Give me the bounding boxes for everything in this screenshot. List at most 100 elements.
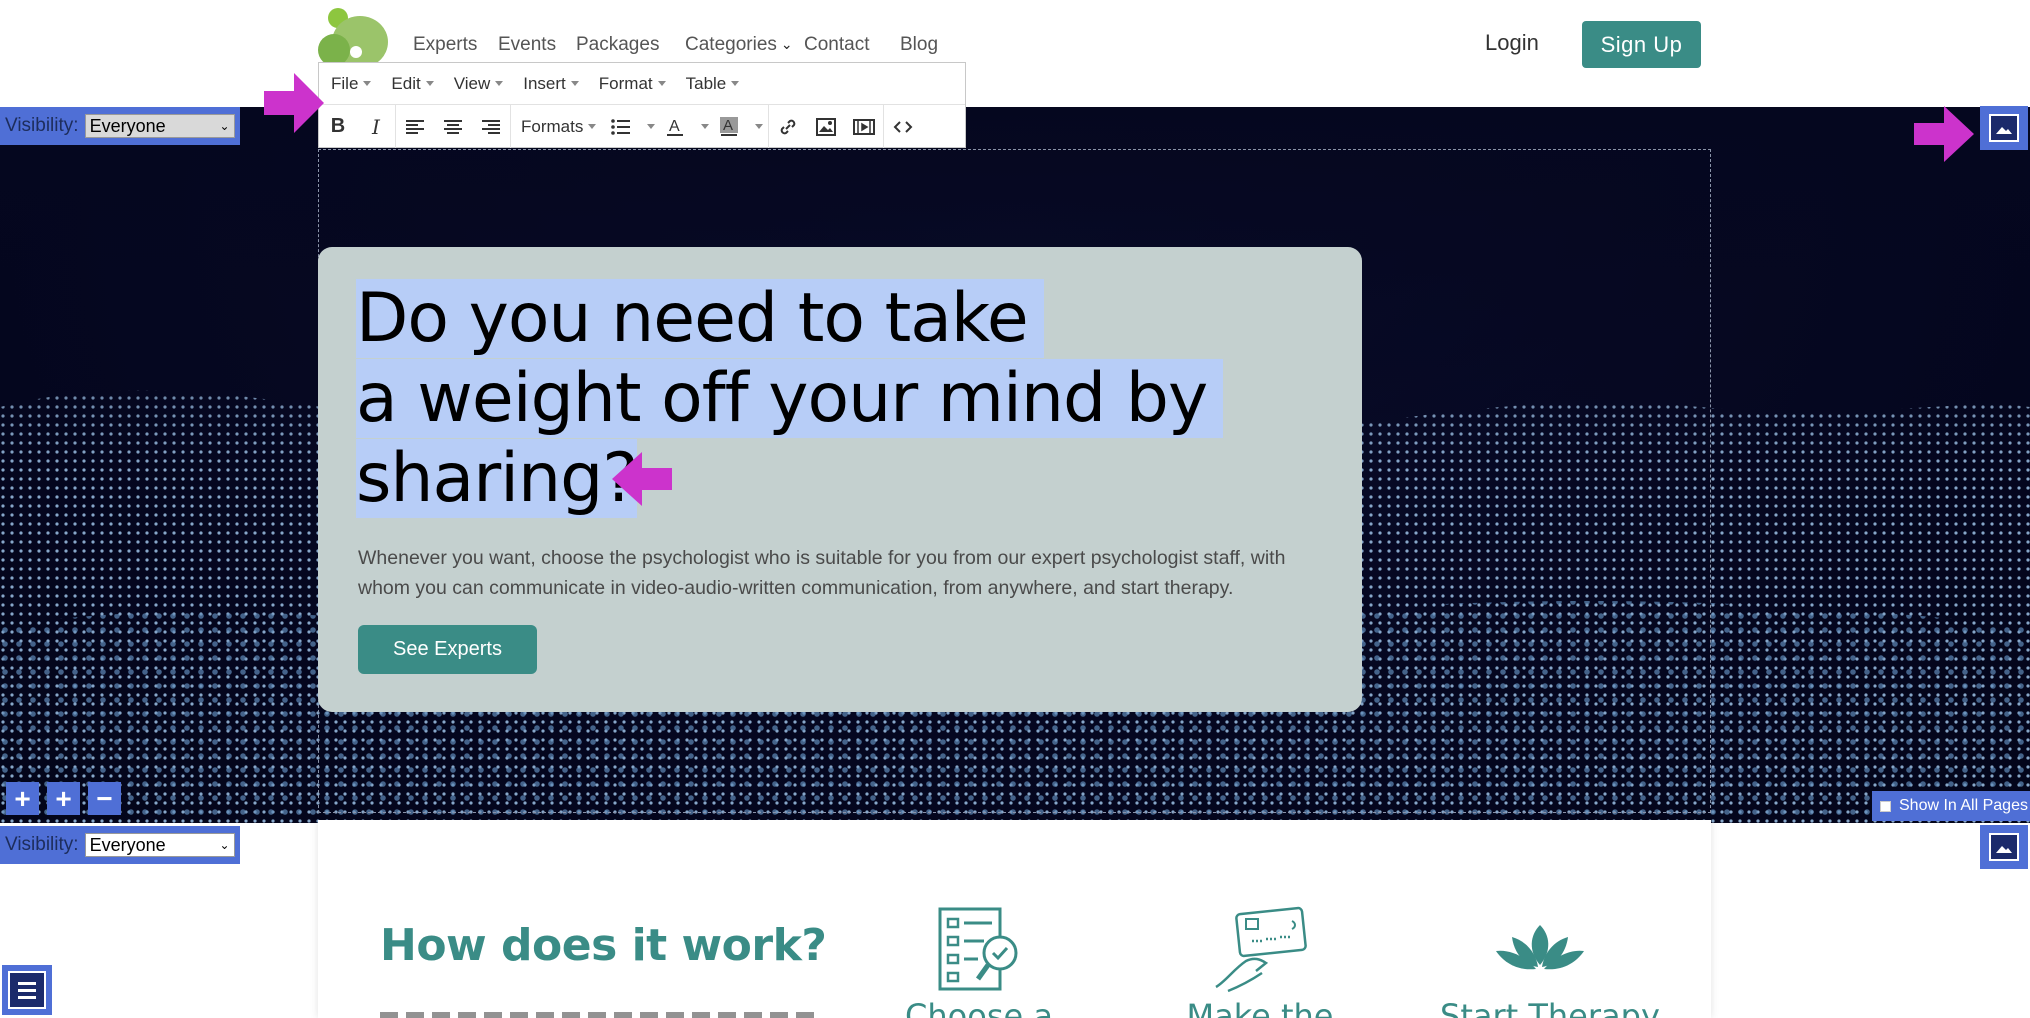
show-in-all-pages-label: Show In All Pages	[1899, 797, 2028, 814]
formats-label: Formats	[521, 116, 584, 136]
headline-line-3: sharing?	[356, 439, 638, 518]
background-color-dropdown[interactable]	[744, 105, 768, 148]
image-icon	[1989, 833, 2019, 861]
link-icon[interactable]	[769, 105, 807, 148]
hamburger-icon	[8, 971, 46, 1009]
caret-down-icon	[570, 81, 579, 86]
how-it-works-title: How does it work?	[380, 920, 827, 971]
visibility-label: Visibility:	[5, 834, 79, 855]
headline-line-1: Do you need to take	[356, 279, 1044, 358]
logo-icon[interactable]	[316, 6, 388, 66]
menu-table[interactable]: Table	[686, 74, 740, 94]
editor-menu-button[interactable]	[2, 965, 52, 1015]
show-in-all-pages-toggle[interactable]: Show In All Pages	[1872, 791, 2030, 821]
hero-headline[interactable]: Do you need to take a weight off your mi…	[356, 279, 1224, 519]
chevron-down-icon: ⌄	[219, 119, 230, 133]
menu-insert[interactable]: Insert	[523, 74, 579, 94]
menu-edit[interactable]: Edit	[391, 73, 434, 94]
nav-link-experts[interactable]: Experts	[413, 34, 477, 56]
menu-edit-label: Edit	[391, 73, 421, 93]
headline-line: Do you need to take	[356, 279, 1223, 359]
background-image-button-bottom[interactable]	[1980, 825, 2028, 869]
image-icon	[1989, 114, 2019, 142]
menu-view[interactable]: View	[454, 74, 504, 94]
caret-down-icon	[657, 81, 666, 86]
visibility-select-bottom[interactable]: Everyone ⌄	[84, 833, 235, 857]
caret-down-icon	[754, 124, 763, 129]
step-payment-title: Make the	[1186, 997, 1334, 1018]
annotation-arrow-left-icon	[612, 452, 672, 506]
italic-icon[interactable]: I	[357, 105, 395, 148]
menu-format-label: Format	[598, 73, 653, 93]
editor-menubar: File Edit View Insert Format Table	[319, 63, 965, 105]
background-image-button-top[interactable]	[1980, 106, 2028, 150]
menu-file-label: File	[331, 73, 359, 93]
headline-line-2: a weight off your mind by	[356, 359, 1224, 438]
how-it-works-section: How does it work? Choose a Make the Star…	[318, 820, 1711, 1018]
see-experts-button[interactable]: See Experts	[358, 625, 537, 674]
align-left-icon[interactable]	[396, 105, 434, 148]
bullet-list-icon[interactable]	[606, 105, 636, 148]
caret-down-icon	[495, 81, 504, 86]
nav-link-categories[interactable]: Categories ⌄	[685, 34, 793, 56]
background-color-icon[interactable]: A	[714, 105, 744, 148]
text-color-icon[interactable]: A	[660, 105, 690, 148]
caret-down-icon	[425, 81, 434, 86]
visibility-select-top[interactable]: Everyone ⌄	[84, 114, 235, 138]
caret-down-icon	[731, 81, 740, 86]
nav-link-blog[interactable]: Blog	[900, 34, 938, 56]
visibility-select-top-value: Everyone	[89, 115, 166, 136]
add-section-button[interactable]: +	[6, 782, 39, 815]
bullet-list-dropdown[interactable]	[636, 105, 660, 148]
image-icon[interactable]	[807, 105, 845, 148]
headline-line: sharing?	[356, 439, 1223, 519]
lotus-icon	[1496, 925, 1584, 970]
visibility-select-bottom-value: Everyone	[89, 834, 166, 855]
signup-button[interactable]: Sign Up	[1582, 21, 1701, 68]
svg-text:A: A	[723, 117, 733, 134]
menu-format[interactable]: Format	[599, 74, 666, 94]
nav-link-categories-label: Categories	[685, 34, 777, 55]
editor-toolrow: B I Formats A A	[319, 105, 965, 148]
text-color-dropdown[interactable]	[690, 105, 714, 148]
visibility-label: Visibility:	[5, 115, 79, 136]
hero-card: Do you need to take a weight off your mi…	[318, 247, 1362, 712]
rich-text-editor-toolbar: File Edit View Insert Format Table B I F…	[318, 62, 966, 148]
nav-link-events[interactable]: Events	[498, 34, 556, 56]
media-icon[interactable]	[845, 105, 883, 148]
visibility-bar-bottom: Visibility: Everyone ⌄	[0, 826, 240, 864]
visibility-bar-top: Visibility: Everyone ⌄	[0, 107, 240, 145]
chevron-down-icon: ⌄	[780, 36, 793, 53]
align-center-icon[interactable]	[434, 105, 472, 148]
remove-section-button[interactable]: −	[88, 782, 121, 815]
source-code-icon[interactable]	[884, 105, 922, 148]
step-start-therapy: Start Therapy	[1440, 905, 1660, 1018]
menu-table-label: Table	[685, 73, 727, 93]
menu-insert-label: Insert	[523, 73, 566, 93]
headline-line: a weight off your mind by	[356, 359, 1224, 439]
align-right-icon[interactable]	[472, 105, 510, 148]
card-payment-icon	[1215, 906, 1307, 993]
show-in-all-pages-checkbox[interactable]	[1880, 800, 1891, 812]
annotation-arrow-right-icon	[1914, 106, 1974, 162]
formats-dropdown[interactable]: Formats	[511, 105, 606, 148]
chevron-down-icon: ⌄	[219, 838, 230, 852]
hero-description: Whenever you want, choose the psychologi…	[358, 547, 1286, 599]
step-choose-title: Choose a	[905, 997, 1053, 1018]
how-it-works-subtext-cutoff	[380, 1012, 820, 1018]
step-choose: Choose a	[879, 905, 1079, 1018]
menu-file[interactable]: File	[331, 73, 372, 94]
bold-icon[interactable]: B	[319, 105, 357, 148]
login-link[interactable]: Login	[1485, 30, 1539, 56]
add-block-button[interactable]: +	[47, 782, 80, 815]
menu-view-label: View	[453, 73, 491, 93]
caret-down-icon	[588, 124, 597, 129]
caret-down-icon	[646, 124, 655, 129]
step-payment: Make the	[1160, 905, 1360, 1018]
nav-link-packages[interactable]: Packages	[576, 34, 659, 56]
step-start-therapy-title: Start Therapy	[1440, 997, 1660, 1018]
nav-link-contact[interactable]: Contact	[804, 34, 869, 56]
caret-down-icon	[700, 124, 709, 129]
annotation-arrow-right-icon	[264, 73, 324, 133]
svg-text:A: A	[669, 118, 680, 135]
